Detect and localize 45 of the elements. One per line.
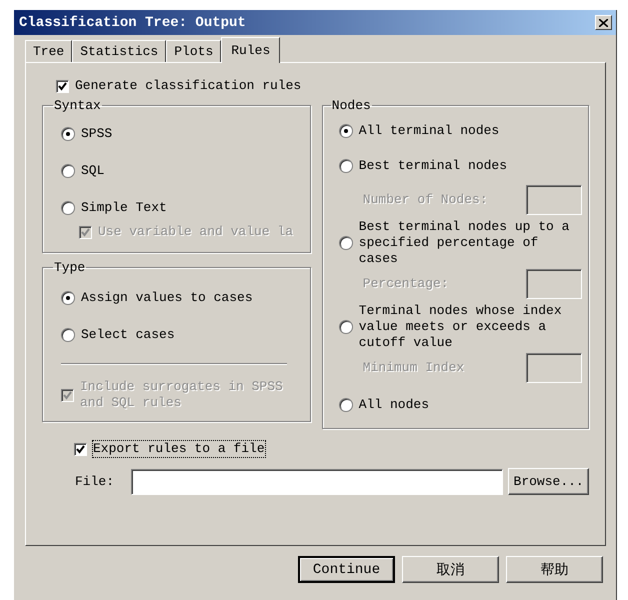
checkbox-label: Use variable and value la — [98, 224, 294, 240]
radio-button[interactable] — [338, 158, 353, 172]
tab[interactable]: Tree — [25, 40, 72, 62]
radio-button[interactable] — [338, 124, 353, 138]
field-label: File: — [75, 474, 116, 490]
dialog-button[interactable]: Continue — [298, 556, 395, 583]
radio-button[interactable] — [61, 290, 75, 304]
group-title: Syntax — [53, 98, 102, 113]
file-field[interactable] — [131, 468, 504, 494]
checkbox-label: Export rules to a file — [93, 441, 265, 457]
radio-label: Assign values to cases — [81, 290, 253, 306]
window-title: Classification Tree: Output — [19, 14, 246, 30]
radio-button[interactable] — [61, 126, 75, 140]
field-label: Number of Nodes: — [362, 192, 488, 208]
radio-label: All terminal nodes — [358, 122, 500, 138]
radio-label: Best terminal nodes — [358, 158, 508, 174]
radio-label: SQL — [81, 162, 104, 178]
tab[interactable]: Statistics — [72, 40, 166, 62]
checkbox[interactable] — [56, 80, 69, 92]
radio-label: Select cases — [81, 326, 175, 342]
checkbox[interactable] — [74, 442, 87, 456]
radio-label: Terminal nodes whose index value meets or exceeds a cutoff value — [358, 303, 563, 351]
radio-button[interactable] — [61, 164, 75, 178]
group-title: Type — [53, 260, 86, 275]
radio-label: Simple Text — [81, 200, 167, 216]
tab[interactable]: Plots — [166, 40, 222, 62]
radio-button[interactable] — [61, 328, 75, 342]
dialog-button[interactable]: 取消 — [402, 556, 499, 583]
checkbox-label: Generate classification rules — [75, 78, 302, 94]
group-title: Nodes — [330, 98, 372, 113]
close-button[interactable] — [595, 15, 612, 30]
radio-button[interactable] — [338, 236, 353, 250]
tab[interactable]: Rules — [221, 37, 280, 63]
checkbox-label: Include surrogates in SPSS and SQL rules — [80, 379, 284, 411]
dialog-button[interactable]: 帮助 — [506, 556, 603, 583]
field-label: Minimum Index — [362, 360, 464, 376]
field-label: Percentage: — [362, 276, 449, 292]
browse-button[interactable]: Browse... — [508, 468, 589, 495]
radio-button[interactable] — [61, 200, 75, 214]
radio-label: All nodes — [358, 396, 430, 412]
radio-button[interactable] — [338, 398, 353, 412]
radio-button[interactable] — [338, 320, 353, 334]
radio-label: SPSS — [81, 126, 112, 142]
radio-label: Best terminal nodes up to a specified percentage of cases — [358, 219, 570, 267]
close-icon — [599, 18, 608, 26]
